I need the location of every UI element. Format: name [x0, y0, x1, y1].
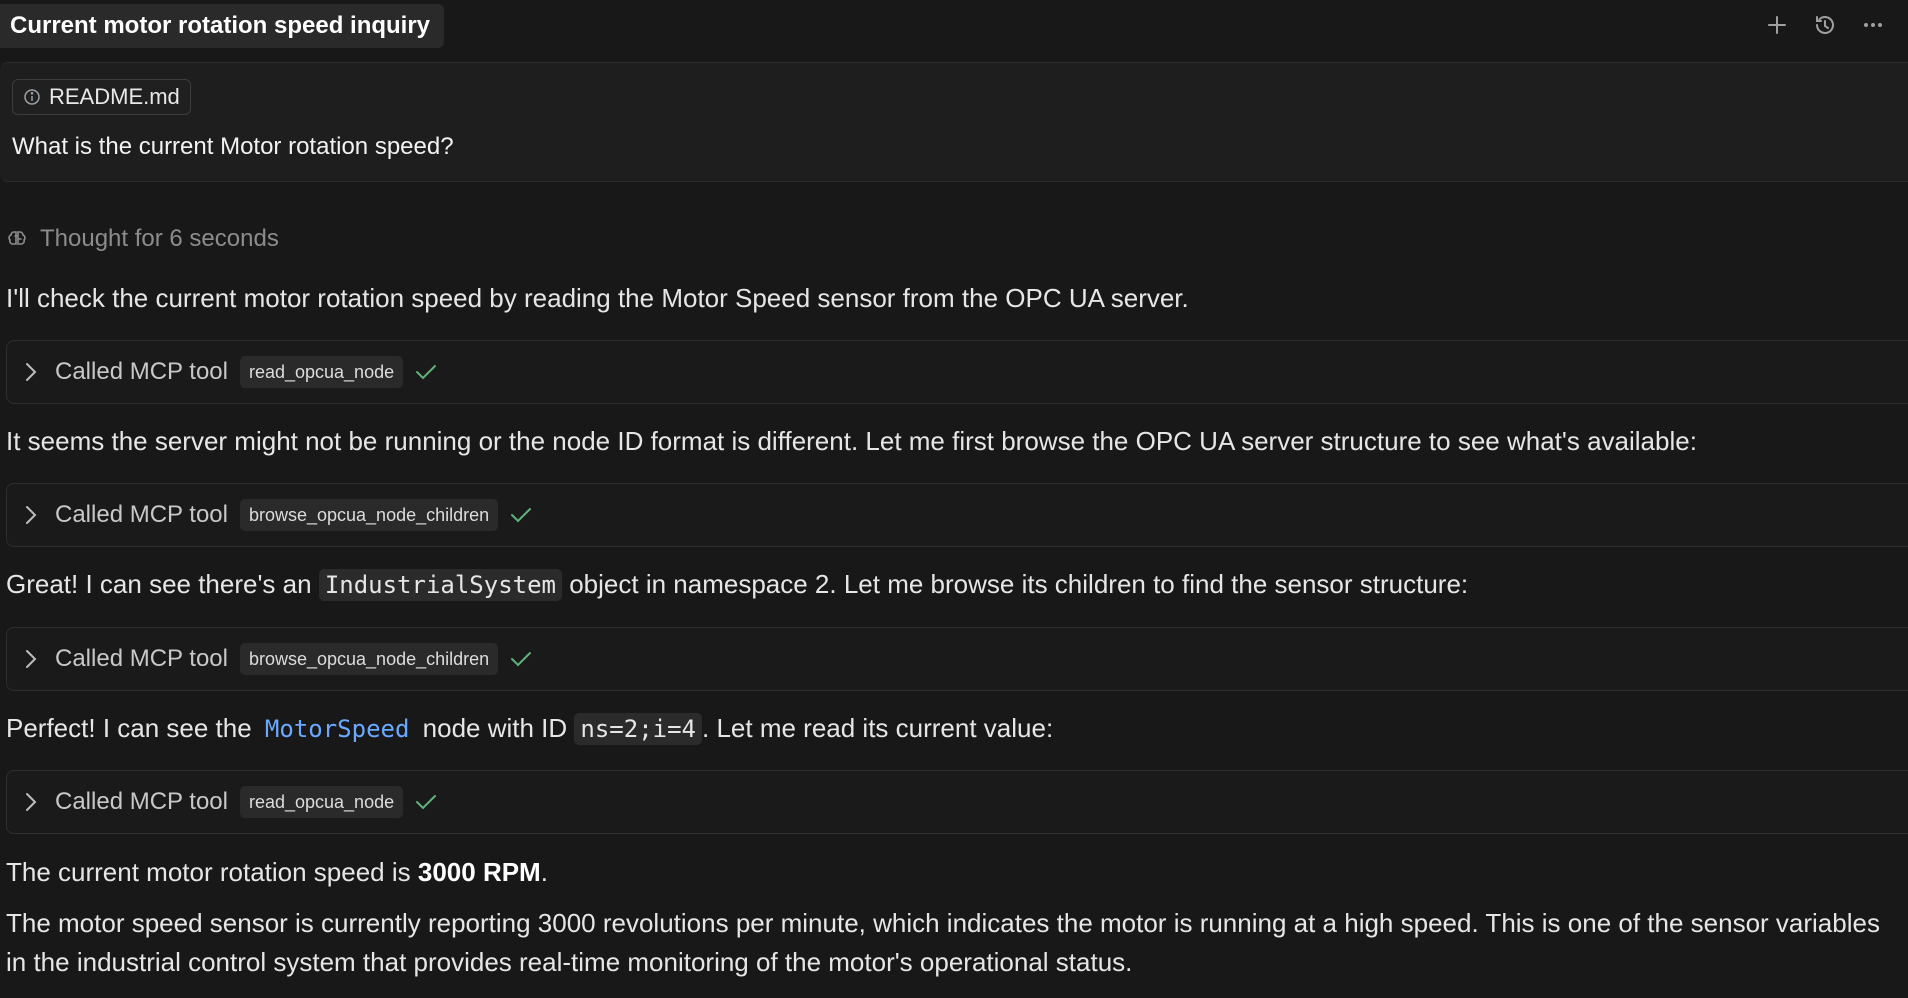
tool-call-1[interactable]: Called MCP tool read_opcua_node	[6, 340, 1908, 404]
new-chat-button[interactable]	[1760, 8, 1794, 42]
tool-call-3[interactable]: Called MCP tool browse_opcua_node_childr…	[6, 627, 1908, 691]
tool-call-label: Called MCP tool	[55, 358, 228, 385]
text-segment: . Let me read its current value:	[702, 713, 1054, 743]
attachment-chip[interactable]: README.md	[12, 79, 191, 115]
plus-icon	[1768, 16, 1786, 34]
history-icon	[1816, 16, 1834, 34]
check-icon	[415, 363, 437, 381]
assistant-paragraph-6: The motor speed sensor is currently repo…	[6, 908, 1880, 977]
text-segment: Great! I can see there's an	[6, 569, 319, 599]
text-segment: Perfect! I can see the	[6, 713, 259, 743]
tool-call-2[interactable]: Called MCP tool browse_opcua_node_childr…	[6, 483, 1908, 547]
more-options-button[interactable]	[1856, 8, 1890, 42]
assistant-paragraph-3: Great! I can see there's an IndustrialSy…	[6, 569, 1469, 601]
tool-name-badge: read_opcua_node	[239, 356, 404, 388]
text-segment: node with ID	[415, 713, 575, 743]
assistant-paragraph-2: It seems the server might not be running…	[6, 426, 1697, 456]
node-link[interactable]: MotorSpeed	[259, 713, 416, 745]
attachment-label: README.md	[49, 84, 180, 109]
check-icon	[510, 650, 532, 668]
thought-label: Thought for 6 seconds	[40, 225, 279, 252]
check-icon	[415, 793, 437, 811]
tool-name-badge: browse_opcua_node_children	[239, 643, 499, 675]
check-icon	[510, 506, 532, 524]
tool-name-badge: read_opcua_node	[239, 786, 404, 818]
tool-call-label: Called MCP tool	[55, 788, 228, 815]
speed-value: 3000 RPM	[417, 857, 541, 887]
text-segment: .	[540, 857, 548, 887]
chevron-right-icon	[25, 792, 43, 812]
chat-title: Current motor rotation speed inquiry	[10, 12, 431, 39]
history-button[interactable]	[1808, 8, 1842, 42]
tool-call-label: Called MCP tool	[55, 501, 228, 528]
more-icon	[1864, 23, 1882, 27]
top-bar: Current motor rotation speed inquiry	[0, 0, 1908, 50]
inline-code: ns=2;i=4	[574, 713, 702, 745]
header-actions	[1760, 8, 1890, 42]
inline-code: IndustrialSystem	[318, 569, 562, 601]
thought-indicator[interactable]: Thought for 6 seconds	[6, 222, 279, 256]
chevron-right-icon	[25, 362, 43, 382]
text-segment: The current motor rotation speed is	[6, 857, 418, 887]
user-message-text: What is the current Motor rotation speed…	[12, 133, 454, 160]
text-segment: object in namespace 2. Let me browse its…	[562, 569, 1469, 599]
tool-call-4[interactable]: Called MCP tool read_opcua_node	[6, 770, 1908, 834]
tool-call-label: Called MCP tool	[55, 645, 228, 672]
brain-icon	[8, 231, 26, 245]
assistant-paragraph-4: Perfect! I can see the MotorSpeed node w…	[6, 713, 1054, 745]
assistant-paragraph-1: I'll check the current motor rotation sp…	[6, 283, 1189, 313]
chat-title-tab[interactable]: Current motor rotation speed inquiry	[0, 4, 445, 48]
chevron-right-icon	[25, 505, 43, 525]
user-message[interactable]: README.md What is the current Motor rota…	[0, 62, 1908, 182]
info-icon	[24, 89, 40, 105]
chevron-right-icon	[25, 649, 43, 669]
assistant-paragraph-5: The current motor rotation speed is 3000…	[6, 857, 548, 888]
tool-name-badge: browse_opcua_node_children	[239, 499, 499, 531]
